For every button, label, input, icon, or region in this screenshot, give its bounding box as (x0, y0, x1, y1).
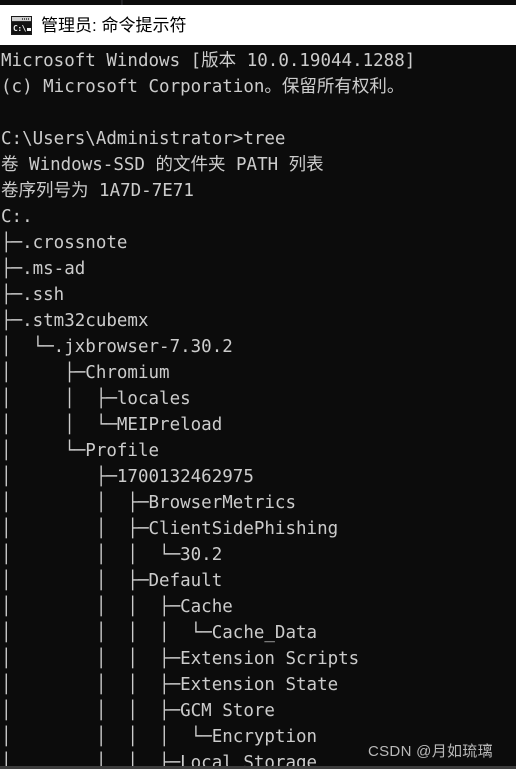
console-line: │ │ │ ├─Cache (1, 597, 233, 617)
console-line: ├─.ms-ad (1, 259, 86, 279)
console-line: C:\Users\Administrator>tree (1, 129, 286, 149)
console-icon-screen: C:\ (12, 21, 31, 34)
console-line: ├─.crossnote (1, 233, 128, 253)
console-line: C:. (1, 207, 33, 227)
csdn-watermark: CSDN @月如琉璃 (368, 743, 493, 760)
console-line: │ │ │ └─30.2 (1, 545, 223, 565)
window-titlebar[interactable]: C:\ 管理员: 命令提示符 (0, 5, 516, 45)
console-icon-cursor (26, 27, 31, 31)
console-line: │ └─.jxbrowser-7.30.2 (1, 337, 233, 357)
console-line: Microsoft Windows [版本 10.0.19044.1288] (1, 51, 416, 71)
console-line: │ ├─1700132462975 (1, 467, 254, 487)
console-line: ├─.ssh (1, 285, 65, 305)
cmd-console-icon: C:\ (11, 15, 32, 35)
console-icon-prompt-text: C:\ (13, 23, 26, 33)
top-cutoff-ghost-text: ⌐ ⌐ ┐ ̄ ̄ ⌐ ̄⌐ ̄ ̄ ̄ ⌐ ⌐ ⌐ (95, 0, 201, 4)
console-line: │ │ │ ├─GCM Store (1, 701, 275, 721)
console-line: │ │ └─MEIPreload (1, 415, 223, 435)
console-icon-dots (22, 17, 30, 20)
console-line: │ │ ├─locales (1, 389, 191, 409)
console-line: (c) Microsoft Corporation。保留所有权利。 (1, 77, 405, 97)
console-line: │ │ ├─BrowserMetrics (1, 493, 297, 513)
console-line: │ ├─Chromium (1, 363, 170, 383)
console-line: 卷序列号为 1A7D-7E71 (1, 181, 194, 201)
console-text-block: Microsoft Windows [版本 10.0.19044.1288] (c… (1, 48, 415, 769)
console-line: │ └─Profile (1, 441, 160, 461)
console-line: │ │ ├─ClientSidePhishing (1, 519, 339, 539)
console-line: │ │ │ ├─Extension State (1, 675, 339, 695)
console-output-area[interactable]: Microsoft Windows [版本 10.0.19044.1288] (c… (0, 45, 516, 769)
console-line: │ │ │ │ └─Encryption (1, 727, 318, 747)
console-line: ├─.stm32cubemx (1, 311, 149, 331)
console-line: │ │ │ ├─Extension Scripts (1, 649, 360, 669)
console-line: 卷 Windows-SSD 的文件夹 PATH 列表 (1, 155, 324, 175)
console-line: │ │ │ │ └─Cache_Data (1, 623, 318, 643)
window-title: 管理员: 命令提示符 (41, 15, 187, 35)
console-line: │ │ ├─Default (1, 571, 223, 591)
